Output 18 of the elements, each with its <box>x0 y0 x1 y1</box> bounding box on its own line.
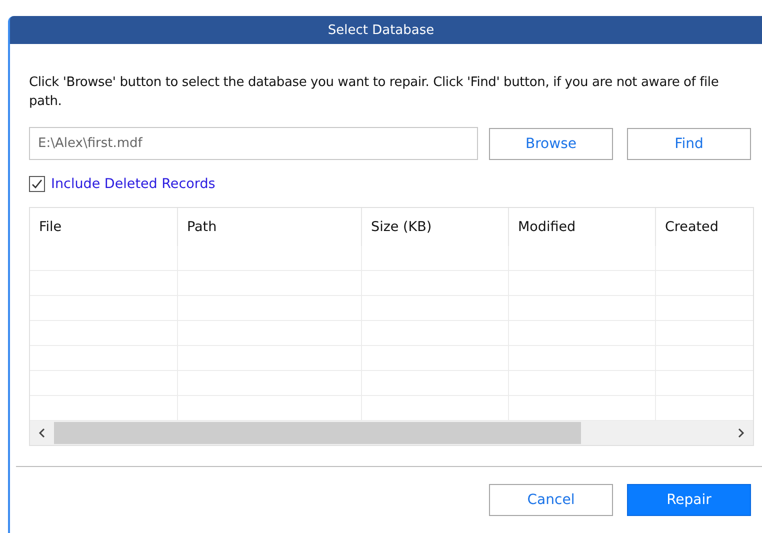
dialog-button[interactable]: Cancel <box>489 484 613 516</box>
dialog-button[interactable]: Repair <box>627 484 751 516</box>
column-header[interactable]: File <box>30 208 178 246</box>
checkbox[interactable] <box>29 176 45 192</box>
scroll-right-icon[interactable] <box>737 428 745 438</box>
column-header[interactable]: Created <box>656 208 753 246</box>
instruction-text: Click 'Browse' button to select the database you want to repair. Click 'Find' button, if you are not aware of file path. <box>29 74 720 111</box>
column-header[interactable]: Size (KB) <box>362 208 509 246</box>
checkbox-label[interactable]: Include Deleted Records <box>51 176 216 192</box>
column-header[interactable]: Path <box>178 208 362 246</box>
window-title: Select Database <box>328 22 434 38</box>
dialog-button[interactable]: Browse <box>489 128 613 160</box>
column-header[interactable]: Modified <box>509 208 656 246</box>
path-field[interactable]: E:\Alex\first.mdf <box>29 127 478 160</box>
horizontal-scrollbar[interactable] <box>30 421 753 445</box>
scroll-left-icon[interactable] <box>38 428 46 438</box>
dialog-button[interactable]: Find <box>627 128 751 160</box>
scroll-thumb[interactable] <box>54 422 581 444</box>
